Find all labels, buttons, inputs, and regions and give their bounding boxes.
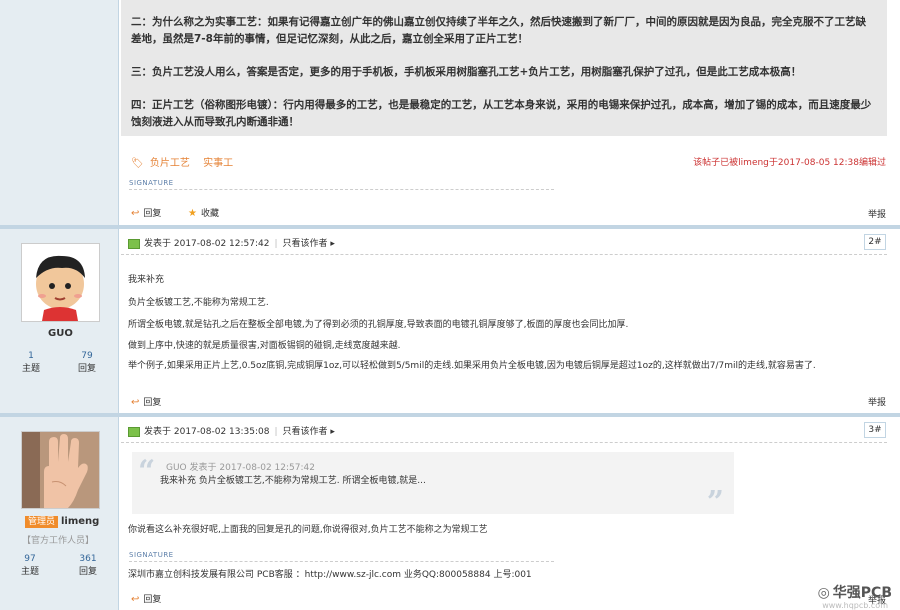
report-link[interactable]: 举报 — [868, 207, 886, 220]
floor-number[interactable]: 2# — [864, 234, 886, 250]
only-author-arrow-icon: ▸ — [327, 239, 335, 249]
stat-replies[interactable]: 361 回复 — [74, 553, 102, 579]
close-quote-icon: ” — [706, 485, 724, 520]
header-divider: | — [274, 427, 278, 437]
post-header: 发表于 2017-08-02 12:57:42 | 只看该作者 ▸ — [128, 236, 335, 249]
post-text-line: 你说看这么补充很好呢,上面我的回复是孔的问题,你说得很对,负片工艺不能称之为常规… — [128, 525, 488, 535]
signature-label: SIGNATURE — [129, 551, 174, 559]
quote-text: 我来补充 负片全板镀工艺,不能称为常规工艺. 所谓全板电镀,就是... — [160, 476, 426, 486]
prev-post-paragraph: 二：为什么称之为实事工艺：如果有记得嘉立创广年的佛山嘉立创仅持续了半年之久，然后… — [131, 16, 866, 28]
user-avatar-hand-photo-icon — [22, 432, 99, 508]
post-separator — [0, 225, 900, 229]
stat-value: 1 — [28, 351, 34, 361]
username[interactable]: GUO — [48, 328, 73, 339]
only-author-link[interactable]: 只看该作者 — [283, 239, 328, 249]
avatar[interactable] — [21, 243, 100, 322]
open-quote-icon: “ — [138, 454, 156, 489]
signature-divider — [129, 561, 554, 562]
tag-link[interactable]: 实事工 — [203, 158, 233, 169]
online-status-icon — [128, 238, 140, 249]
signature-label: SIGNATURE — [129, 179, 174, 187]
post-text-line: 做到上序中,快速的就是质量很害,对面板锡铜的碰铜,走线宽度越来越. — [128, 341, 401, 351]
user-avatar-cartoon-icon — [22, 244, 99, 321]
favorite-button[interactable]: ★ 收藏 — [188, 206, 219, 219]
reply-label: 回复 — [143, 398, 162, 408]
stat-replies[interactable]: 79 回复 — [74, 350, 100, 376]
watermark-title: 华强PCB — [832, 585, 892, 601]
prev-post-paragraph: 蚀刻液进入从而导致孔内断通非通！ — [131, 116, 299, 128]
prev-post-paragraph: 差地，虽然是7-8年前的事情，但足记忆深刻，从此之后，嘉立创全采用了正片工艺！ — [131, 33, 528, 45]
post-separator — [0, 413, 900, 417]
stat-value: 79 — [81, 351, 93, 361]
user-role-text: 【官方工作人员】 — [22, 536, 95, 546]
post-text-line: 我来补充 — [128, 275, 165, 285]
username[interactable]: limeng — [61, 516, 99, 527]
reply-label: 回复 — [143, 595, 162, 605]
online-status-icon — [128, 426, 140, 437]
watermark: ◎ 华强PCB — [818, 582, 892, 602]
stat-threads[interactable]: 97 主题 — [18, 553, 42, 579]
role-badge: 管理员 — [25, 516, 59, 528]
header-divider-line — [121, 442, 887, 443]
favorite-label: 收藏 — [200, 209, 219, 219]
only-author-link[interactable]: 只看该作者 — [283, 427, 328, 437]
avatar[interactable] — [21, 431, 100, 509]
stat-value: 361 — [79, 554, 97, 564]
post-timestamp: 发表于 2017-08-02 13:35:08 — [144, 427, 270, 437]
stat-label: 主题 — [21, 364, 40, 374]
post-tags: 🏷 负片工艺 实事工 — [131, 154, 243, 169]
stat-label: 主题 — [20, 567, 39, 577]
post-text-line: 负片全板镀工艺,不能称为常规工艺. — [128, 298, 269, 308]
reply-label: 回复 — [143, 209, 162, 219]
post-header: 发表于 2017-08-02 13:35:08 | 只看该作者 ▸ — [128, 424, 335, 437]
wechat-icon: ◎ — [817, 585, 830, 601]
stat-value: 97 — [24, 554, 36, 564]
post-text-line: 举个例子,如果采用正片上艺,0.5oz底铜,完成铜厚1oz,可以轻松做到5/5m… — [128, 361, 816, 371]
post-timestamp: 发表于 2017-08-02 12:57:42 — [144, 239, 270, 249]
stat-label: 回复 — [77, 364, 96, 374]
watermark-url: www.hqpcb.com — [822, 601, 888, 610]
quote-block: “ GUO 发表于 2017-08-02 12:57:42 我来补充 负片全板镀… — [132, 452, 734, 520]
reply-button[interactable]: ↩ 回复 — [131, 206, 161, 219]
edited-notice: 该帖子已被limeng于2017-08-05 12:38编辑过 — [693, 158, 886, 168]
signature-text[interactable]: 深圳市嘉立创科技发展有限公司 PCB客服 ：http://www.sz-jlc.… — [128, 567, 532, 580]
stat-threads[interactable]: 1 主题 — [20, 350, 42, 376]
reply-icon: ↩ — [131, 397, 140, 408]
tag-icon: 🏷 — [131, 158, 144, 169]
only-author-arrow-icon: ▸ — [327, 427, 335, 437]
prev-post-content: 二：为什么称之为实事工艺：如果有记得嘉立创广年的佛山嘉立创仅持续了半年之久，然后… — [121, 0, 887, 136]
floor-number[interactable]: 3# — [864, 422, 886, 438]
post-text-line: 所谓全板电镀,就是钻孔之后在整板全部电镀,为了得到必须的孔铜厚度,导致表面的电镀… — [128, 320, 629, 330]
signature-divider — [129, 189, 554, 190]
star-icon: ★ — [188, 208, 197, 219]
report-link[interactable]: 举报 — [868, 395, 886, 408]
reply-icon: ↩ — [131, 208, 140, 219]
prev-post-paragraph: 三：负片工艺没人用么，答案是否定，更多的用于手机板，手机板采用树脂塞孔工艺+负片… — [131, 66, 802, 78]
header-divider-line — [121, 254, 887, 255]
reply-button[interactable]: ↩ 回复 — [131, 395, 161, 408]
prev-post-paragraph: 四：正片工艺（俗称图形电镀）：行内用得最多的工艺，也是最稳定的工艺，从工艺本身来… — [131, 99, 872, 111]
tag-link[interactable]: 负片工艺 — [150, 158, 190, 169]
reply-icon: ↩ — [131, 594, 140, 605]
sidebar-border — [118, 0, 119, 610]
reply-button[interactable]: ↩ 回复 — [131, 592, 161, 605]
header-divider: | — [274, 239, 278, 249]
stat-label: 回复 — [78, 567, 97, 577]
quote-author: GUO 发表于 2017-08-02 12:57:42 — [166, 463, 315, 473]
